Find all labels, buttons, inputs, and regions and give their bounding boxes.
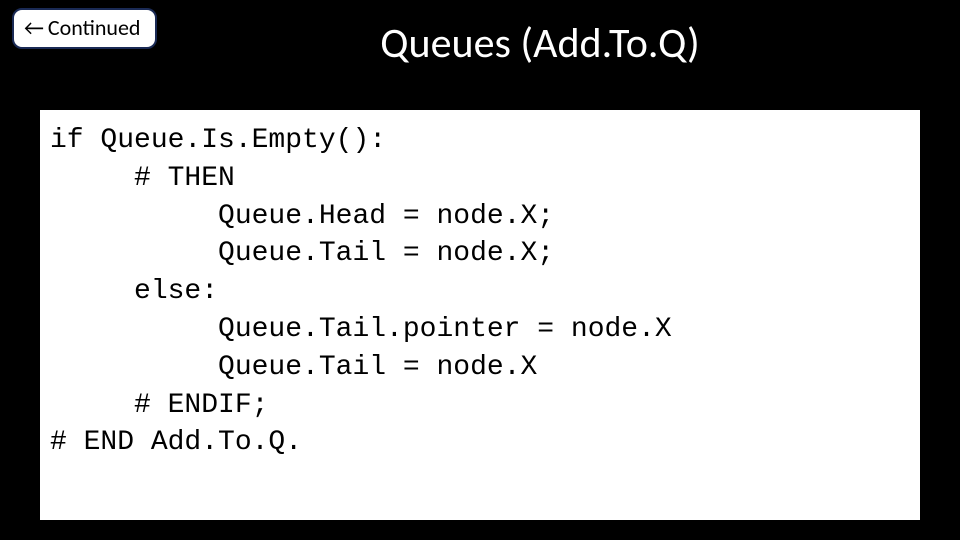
code-block: if Queue.Is.Empty(): # THEN Queue.Head =… <box>40 110 920 520</box>
code-line: Queue.Tail.pointer = node.X <box>50 314 672 345</box>
code-line: # THEN <box>50 163 235 194</box>
code-line: else: <box>50 276 218 307</box>
code-line: # END Add.To.Q. <box>50 427 302 458</box>
code-line: if Queue.Is.Empty(): <box>50 125 386 156</box>
slide-title: Queues (Add.To.Q) <box>0 18 960 69</box>
code-line: # ENDIF; <box>50 390 268 421</box>
code-line: Queue.Tail = node.X; <box>50 238 554 269</box>
code-line: Queue.Head = node.X; <box>50 201 554 232</box>
code-line: Queue.Tail = node.X <box>50 352 537 383</box>
